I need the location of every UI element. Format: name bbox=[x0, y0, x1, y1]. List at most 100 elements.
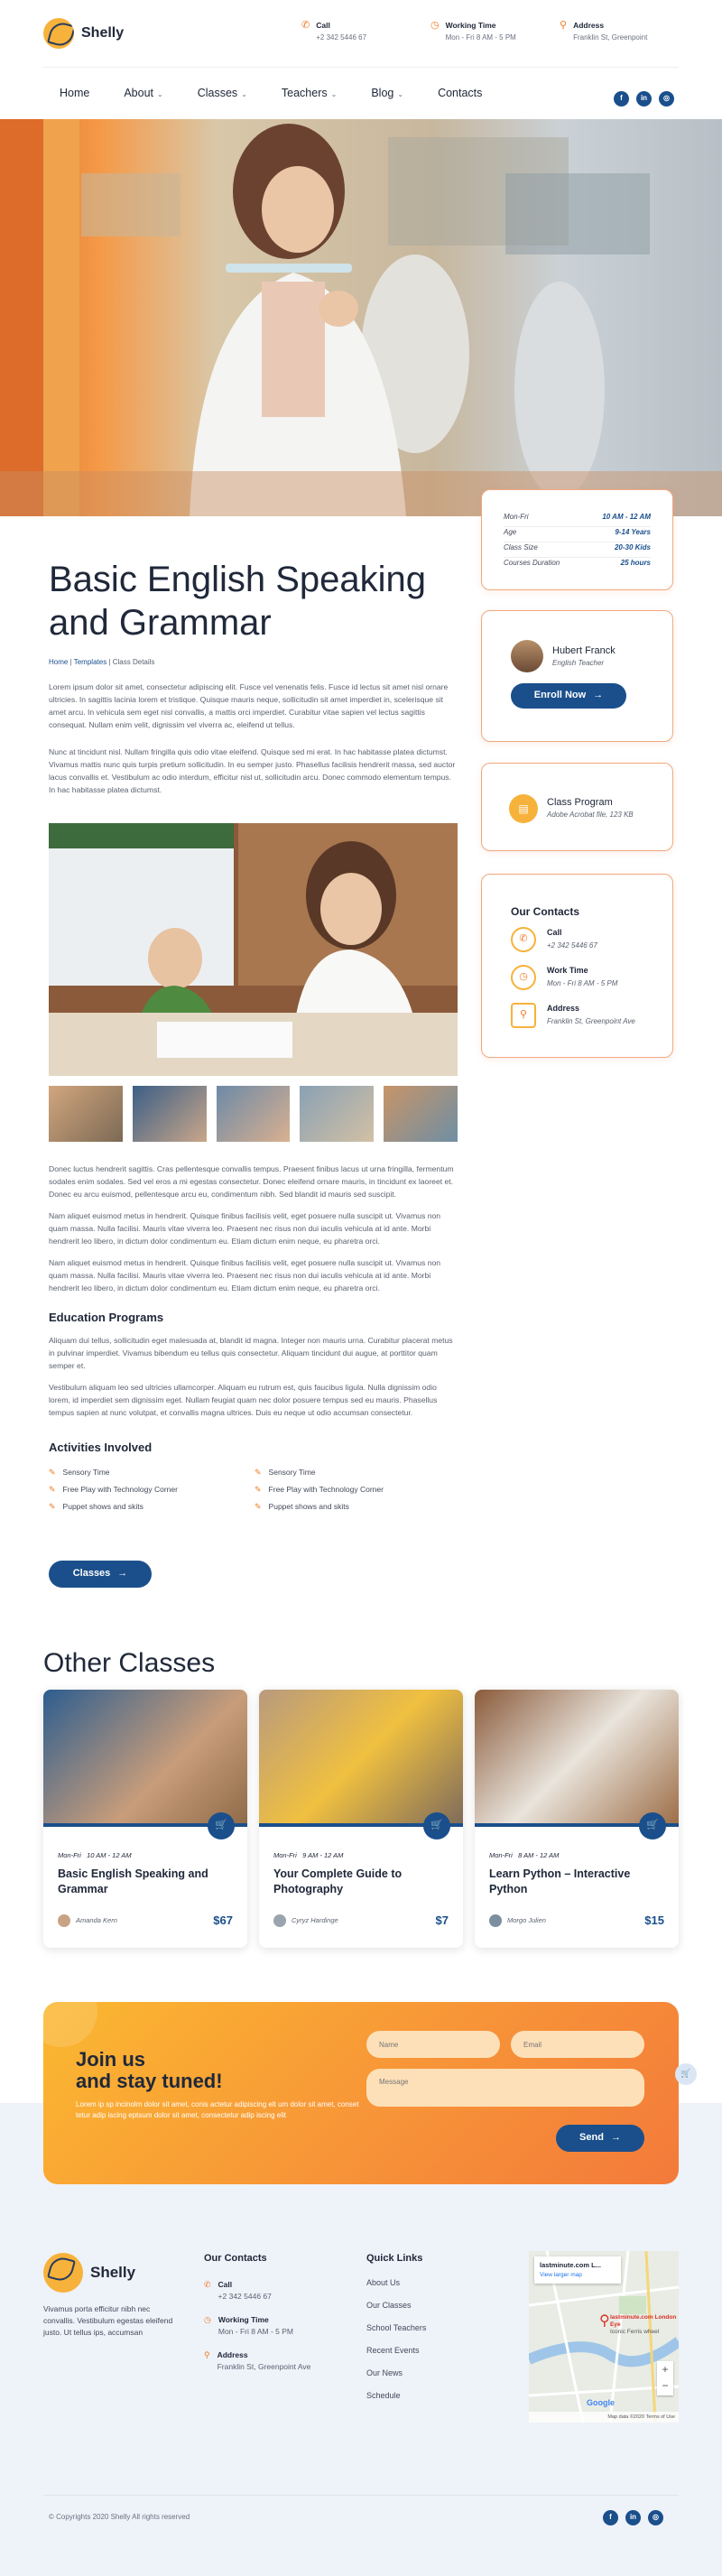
nav-item-teachers[interactable]: Teachers ⌄ bbox=[282, 85, 337, 102]
classroom-illustration bbox=[49, 823, 458, 1076]
map-zoom-controls[interactable]: + − bbox=[657, 2361, 673, 2395]
linkedin-icon[interactable]: in bbox=[625, 2510, 641, 2525]
class-card-title[interactable]: Basic English Speaking and Grammar bbox=[58, 1867, 233, 1897]
subscribe-banner: Join us and stay tuned! Lorem ip sp incin… bbox=[43, 2002, 679, 2184]
hours-value: Mon - Fri 8 AM - 5 PM bbox=[445, 33, 516, 42]
chevron-down-icon: ⌄ bbox=[397, 90, 404, 98]
facebook-icon[interactable]: f bbox=[614, 91, 629, 107]
map-embed[interactable]: lastminute.com L... View larger map ⚲ la… bbox=[529, 2251, 679, 2423]
hours-label: Working Time bbox=[445, 21, 496, 30]
name-input[interactable] bbox=[366, 2031, 500, 2058]
quick-links-title: Quick Links bbox=[366, 2253, 423, 2264]
cart-icon[interactable]: 🛒 bbox=[208, 1812, 235, 1839]
leaf-logo-icon bbox=[43, 18, 74, 49]
facebook-icon[interactable]: f bbox=[603, 2510, 618, 2525]
footer-link[interactable]: Schedule bbox=[366, 2390, 426, 2413]
send-button[interactable]: Send → bbox=[556, 2125, 644, 2152]
list-item: ✎ Puppet shows and skits bbox=[255, 1498, 460, 1515]
pencil-icon: ✎ bbox=[49, 1467, 56, 1477]
chevron-down-icon: ⌄ bbox=[241, 90, 247, 98]
footer-link[interactable]: About Us bbox=[366, 2277, 426, 2300]
list-item: ✎ Free Play with Technology Corner bbox=[255, 1481, 460, 1498]
cart-icon[interactable]: 🛒 bbox=[639, 1812, 666, 1839]
instagram-icon[interactable]: ◎ bbox=[659, 91, 674, 107]
thumbnail[interactable] bbox=[132, 1086, 207, 1142]
contact-work-label: Work Time bbox=[547, 966, 588, 975]
footer-link[interactable]: Recent Events bbox=[366, 2345, 426, 2368]
pencil-icon: ✎ bbox=[255, 1484, 262, 1494]
thumbnail[interactable] bbox=[49, 1086, 123, 1142]
map-pin-icon: ⚲ bbox=[560, 20, 568, 31]
thumbnail[interactable] bbox=[300, 1086, 375, 1142]
teacher-avatar bbox=[511, 640, 543, 672]
header-social: f in ◎ bbox=[614, 91, 674, 107]
class-card-image: 🛒 bbox=[475, 1690, 679, 1839]
subscribe-text: Lorem ip sp incinolm dolor sit amet, con… bbox=[76, 2100, 359, 2119]
avatar bbox=[273, 1913, 286, 1927]
footer-link[interactable]: Our News bbox=[366, 2368, 426, 2390]
paragraph: Lorem ipsum dolor sit amet, consectetur … bbox=[49, 682, 449, 730]
paragraph: Nam aliquet euismod metus in hendrerit. … bbox=[49, 1258, 441, 1293]
activities-list: ✎ Sensory Time ✎ Sensory Time ✎ Free Play w… bbox=[49, 1464, 459, 1515]
floating-cart-icon[interactable]: 🛒 bbox=[675, 2063, 697, 2085]
copyright: © Copyrights 2020 Shelly All rights rese… bbox=[49, 2513, 190, 2521]
footer-contacts-title: Our Contacts bbox=[204, 2253, 267, 2264]
class-photo bbox=[49, 823, 458, 1076]
breadcrumb-templates[interactable]: Templates bbox=[74, 658, 106, 666]
class-card-title[interactable]: Your Complete Guide to Photography bbox=[273, 1867, 449, 1897]
course-content-more: Donec luctus hendrerit sagittis. Cras pe… bbox=[49, 1163, 459, 1515]
linkedin-icon[interactable]: in bbox=[636, 91, 652, 107]
message-input[interactable] bbox=[366, 2069, 644, 2107]
class-program-card[interactable]: ▤ Class Program Adobe Acrobat file, 123 … bbox=[481, 763, 673, 851]
footer-logo[interactable]: Shelly bbox=[43, 2253, 135, 2293]
view-larger-map-link[interactable]: View larger map bbox=[540, 2271, 616, 2280]
cart-icon[interactable]: 🛒 bbox=[423, 1812, 450, 1839]
teacher-name: Hubert Franck bbox=[552, 645, 616, 656]
contact-address-label: Address bbox=[547, 1004, 580, 1013]
program-title: Class Program bbox=[547, 797, 613, 808]
classes-button[interactable]: Classes → bbox=[49, 1561, 152, 1588]
footer-link[interactable]: Our Classes bbox=[366, 2300, 426, 2322]
class-card[interactable]: 🛒 Mon-Fri 9 AM - 12 AM Your Complete Gui… bbox=[259, 1690, 463, 1948]
contact-address-value: Franklin St, Greenpoint Ave bbox=[547, 1017, 635, 1025]
nav-item-contacts[interactable]: Contacts bbox=[438, 85, 482, 102]
brand-logo[interactable]: Shelly bbox=[43, 18, 124, 49]
list-item: ✎ Puppet shows and skits bbox=[49, 1498, 255, 1515]
map-icon: ⚲ bbox=[511, 1003, 536, 1028]
nav-item-blog[interactable]: Blog ⌄ bbox=[371, 85, 403, 102]
header-address: ⚲ Address Franklin St, Greenpoint bbox=[560, 20, 647, 44]
enroll-now-button[interactable]: Enroll Now → bbox=[511, 683, 626, 709]
class-card-title[interactable]: Learn Python – Interactive Python bbox=[489, 1867, 664, 1897]
nav-item-home[interactable]: Home bbox=[60, 85, 89, 102]
pencil-icon: ✎ bbox=[255, 1501, 262, 1511]
class-card[interactable]: 🛒 Mon-Fri 10 AM - 12 AM Basic English Sp… bbox=[43, 1690, 247, 1948]
contact-call-value[interactable]: +2 342 5446 67 bbox=[547, 941, 597, 951]
call-value[interactable]: +2 342 5446 67 bbox=[316, 33, 366, 42]
pencil-icon: ✎ bbox=[49, 1501, 56, 1511]
nav-item-about[interactable]: About ⌄ bbox=[124, 85, 162, 102]
map-pin-icon[interactable]: ⚲ bbox=[599, 2311, 610, 2333]
program-file: Adobe Acrobat file, 123 KB bbox=[547, 811, 634, 819]
breadcrumb-current: Class Details bbox=[112, 658, 155, 666]
footer-quick-links: Quick Links About Us Our Classes School … bbox=[366, 2251, 426, 2413]
footer-link[interactable]: School Teachers bbox=[366, 2322, 426, 2345]
detail-row: Courses Duration 25 hours bbox=[504, 559, 651, 567]
thumbnail[interactable] bbox=[216, 1086, 291, 1142]
thumbnail[interactable] bbox=[384, 1086, 458, 1142]
footer-call[interactable]: +2 342 5446 67 bbox=[218, 2292, 272, 2301]
avatar bbox=[489, 1913, 502, 1927]
map-credit: Google bbox=[587, 2398, 615, 2407]
nav-item-classes[interactable]: Classes ⌄ bbox=[198, 85, 247, 102]
arrow-right-icon: → bbox=[593, 690, 604, 701]
document-icon: ▤ bbox=[509, 794, 538, 823]
section-title: Education Programs bbox=[49, 1311, 164, 1324]
instagram-icon[interactable]: ◎ bbox=[648, 2510, 663, 2525]
email-input[interactable] bbox=[511, 2031, 644, 2058]
class-card-teacher: Cyryz Hardinge bbox=[292, 1915, 338, 1924]
phone-icon: ✆ bbox=[204, 2280, 211, 2290]
breadcrumb-home[interactable]: Home bbox=[49, 658, 68, 666]
header-divider bbox=[43, 67, 679, 68]
list-item: ✎ Sensory Time bbox=[49, 1464, 255, 1481]
map-attribution: Map data ©2020 Terms of Use bbox=[529, 2412, 679, 2423]
class-card[interactable]: 🛒 Mon-Fri 8 AM - 12 AM Learn Python – In… bbox=[475, 1690, 679, 1948]
